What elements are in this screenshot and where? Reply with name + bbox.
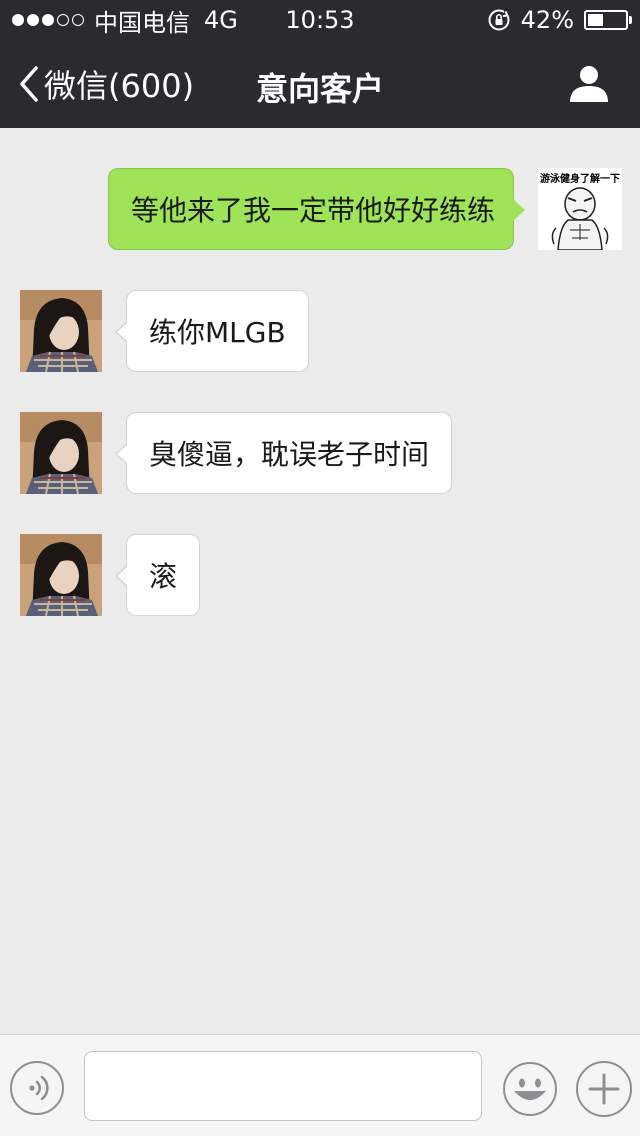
message-text: 滚 [149, 560, 178, 593]
contact-photo [20, 412, 102, 494]
my-avatar-sticker[interactable]: 游泳健身了解一下 [538, 168, 622, 250]
smiley-icon [503, 1062, 557, 1116]
contact-avatar[interactable] [20, 290, 102, 372]
battery-percent: 42% [520, 6, 574, 34]
message-bubble-outgoing[interactable]: 等他来了我一定带他好好练练 [108, 168, 525, 250]
plus-icon [588, 1073, 620, 1105]
message-input[interactable] [84, 1051, 482, 1121]
message-text: 练你MLGB [149, 316, 286, 349]
nav-bar: 微信(600) 意向客户 [0, 40, 640, 128]
message-bubble-incoming[interactable]: 臭傻逼，耽误老子时间 [114, 412, 453, 494]
meme-face-icon [551, 187, 609, 250]
input-bar [0, 1034, 640, 1136]
top-bar: 中国电信 4G 10:53 42% 微信(600) 意向客户 [0, 0, 640, 128]
contact-avatar[interactable] [20, 412, 102, 494]
voice-button[interactable] [10, 1061, 64, 1115]
message-text: 等他来了我一定带他好好练练 [131, 194, 496, 227]
profile-button[interactable] [568, 64, 610, 104]
voice-icon [29, 1075, 49, 1101]
message-text: 臭傻逼，耽误老子时间 [149, 438, 430, 471]
page-title: 意向客户 [255, 70, 384, 108]
contact-avatar[interactable] [20, 534, 102, 616]
more-button[interactable] [576, 1061, 632, 1117]
person-icon [570, 66, 608, 102]
rotation-lock-icon [488, 9, 511, 31]
status-bar: 中国电信 4G 10:53 42% [0, 0, 640, 40]
status-right: 42% [487, 6, 632, 34]
emoji-button[interactable] [502, 1061, 558, 1117]
contact-photo [20, 534, 102, 616]
contact-photo [20, 290, 102, 372]
battery-fill [588, 14, 604, 26]
chat-area[interactable]: 等他来了我一定带他好好练练 游泳健身了解一下 练你MLGB 臭傻逼，耽误老子时间… [0, 128, 640, 1034]
battery-icon [584, 10, 632, 30]
message-bubble-incoming[interactable]: 练你MLGB [115, 290, 309, 372]
message-bubble-incoming[interactable]: 滚 [114, 534, 201, 616]
